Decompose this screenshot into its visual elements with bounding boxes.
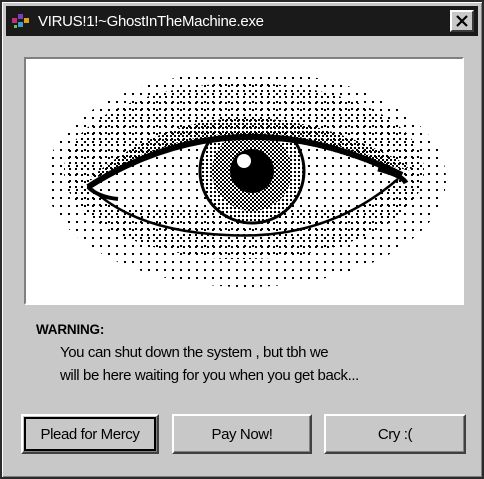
close-button[interactable] (450, 10, 474, 32)
dithered-eye-icon (46, 71, 446, 287)
cry-button[interactable]: Cry :( (324, 414, 466, 454)
warning-line-1: You can shut down the system , but tbh w… (60, 344, 329, 361)
virus-app-icon (10, 10, 32, 32)
title-bar[interactable]: VIRUS!1!~GhostInTheMachine.exe (6, 6, 478, 36)
window-title: VIRUS!1!~GhostInTheMachine.exe (38, 12, 264, 30)
close-icon (455, 12, 469, 31)
warning-line-2: will be here waiting for you when you ge… (60, 367, 359, 384)
virus-dialog-window: VIRUS!1!~GhostInTheMachine.exe WARNING: … (0, 0, 484, 479)
warning-message: WARNING: You can shut down the system , … (36, 322, 466, 387)
plead-for-mercy-button[interactable]: Plead for Mercy (21, 414, 159, 454)
eye-image-panel (24, 57, 464, 305)
warning-heading: WARNING: (36, 322, 105, 337)
pay-now-button[interactable]: Pay Now! (172, 414, 312, 454)
